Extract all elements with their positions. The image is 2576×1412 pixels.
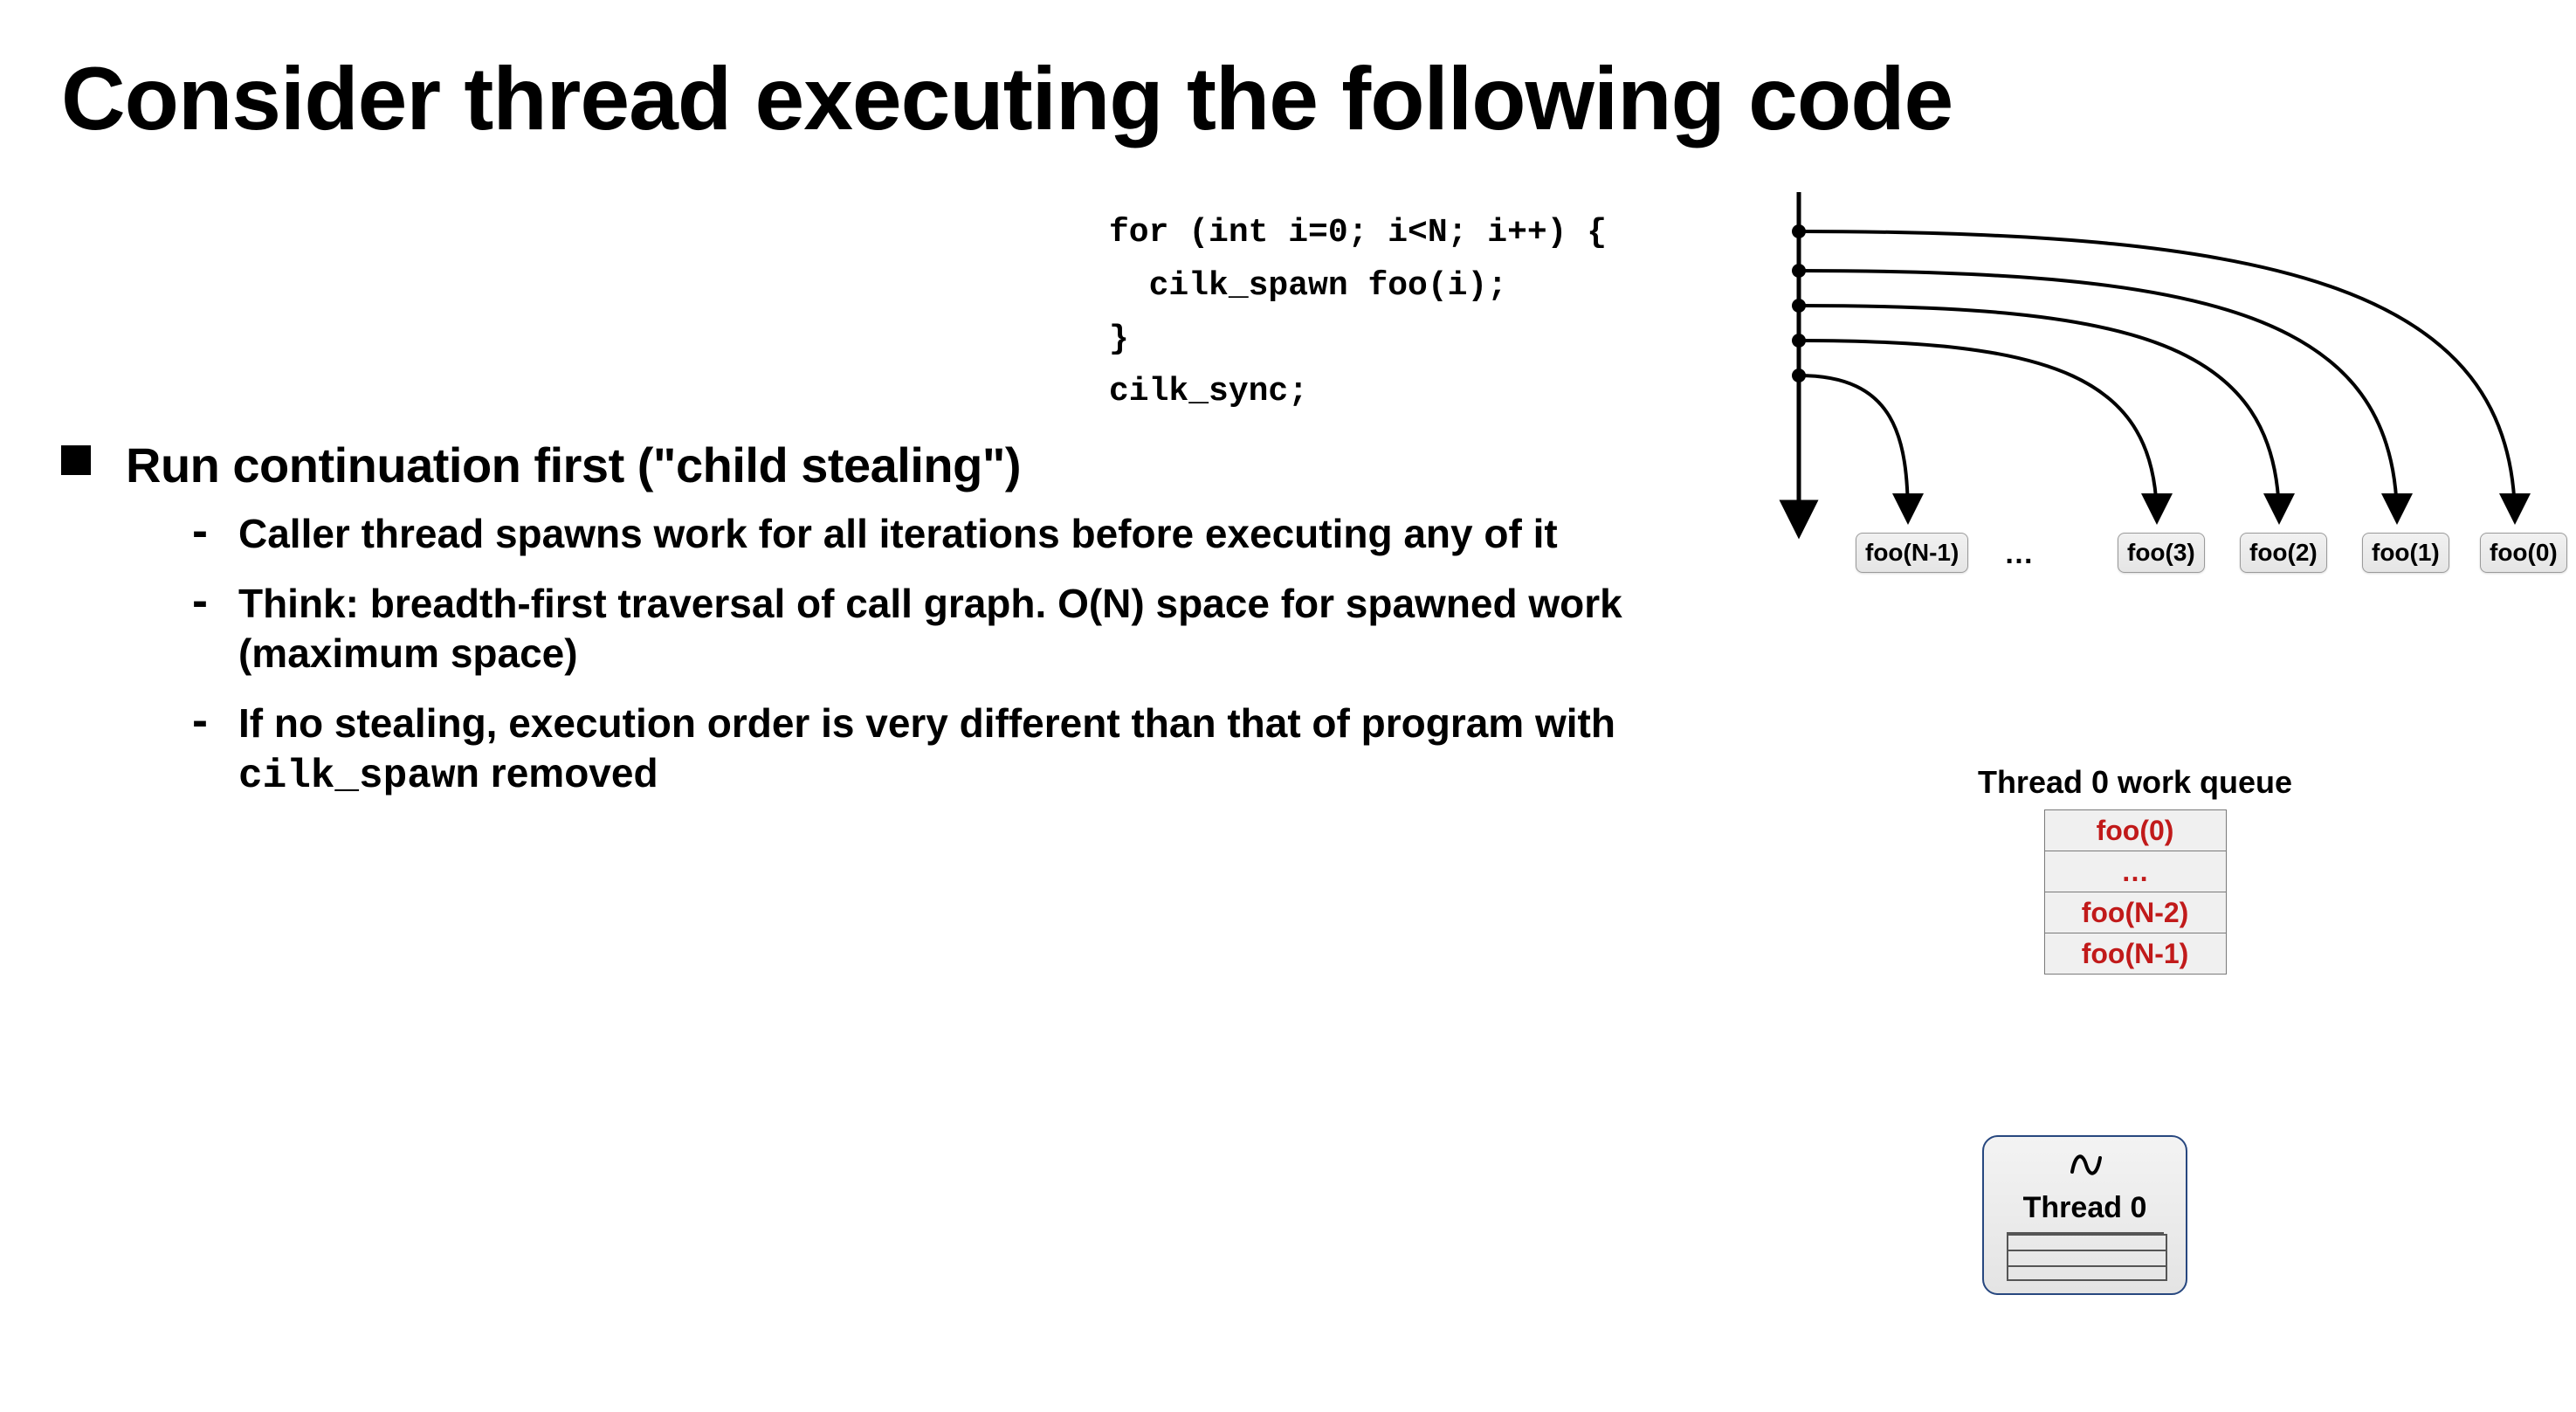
sub-bullet-frag: removed xyxy=(479,750,658,796)
dash-bullet-icon: - xyxy=(192,507,208,554)
sub-bullet: - If no stealing, execution order is ver… xyxy=(192,699,1677,802)
spawn-diagram: foo(N-1) … foo(3) foo(2) foo(1) foo(0) xyxy=(1755,183,2567,672)
diagram-node: foo(3) xyxy=(2118,533,2205,573)
dash-bullet-icon: - xyxy=(192,577,208,624)
sub-bullet-text: If no stealing, execution order is very … xyxy=(238,699,1677,802)
sub-bullet: - Think: breadth-first traversal of call… xyxy=(192,579,1677,679)
bullet-heading: Run continuation first ("child stealing"… xyxy=(126,437,1021,493)
work-queue: Thread 0 work queue foo(0) … foo(N-2) fo… xyxy=(1947,764,2323,975)
thread-box: Thread 0 xyxy=(1982,1135,2187,1295)
sub-bullet-text: Caller thread spawns work for all iterat… xyxy=(238,509,1558,560)
work-queue-cell: … xyxy=(2044,851,2226,892)
sub-bullet: - Caller thread spawns work for all iter… xyxy=(192,509,1677,560)
code-inline: cilk_spawn xyxy=(238,754,479,799)
code-line: cilk_sync; xyxy=(1109,373,1308,410)
work-queue-table: foo(0) … foo(N-2) foo(N-1) xyxy=(2044,809,2227,975)
sub-bullet-list: - Caller thread spawns work for all iter… xyxy=(192,509,1677,802)
slide: Consider thread executing the following … xyxy=(0,0,2576,1412)
code-line: for (int i=0; i<N; i++) { xyxy=(1109,214,1607,251)
work-queue-cell: foo(0) xyxy=(2044,810,2226,851)
code-line: cilk_spawn foo(i); xyxy=(1109,267,1507,305)
thread-squiggle-icon xyxy=(1996,1146,2173,1188)
work-queue-cell: foo(N-1) xyxy=(2044,933,2226,975)
work-queue-title: Thread 0 work queue xyxy=(1947,764,2323,801)
thread-label: Thread 0 xyxy=(1996,1191,2173,1225)
sub-bullet-frag: If no stealing, execution order is very … xyxy=(238,700,1615,746)
thread-stack-icon xyxy=(2007,1234,2167,1281)
slide-title: Consider thread executing the following … xyxy=(61,52,2515,146)
dash-bullet-icon: - xyxy=(192,697,208,744)
diagram-ellipsis: … xyxy=(2004,537,2034,571)
sub-bullet-text: Think: breadth-first traversal of call g… xyxy=(238,579,1677,679)
work-queue-cell: foo(N-2) xyxy=(2044,892,2226,933)
diagram-node: foo(N-1) xyxy=(1856,533,1968,573)
squiggle-svg xyxy=(2063,1146,2107,1181)
diagram-node: foo(1) xyxy=(2362,533,2449,573)
diagram-node: foo(2) xyxy=(2240,533,2327,573)
square-bullet-icon xyxy=(61,445,91,475)
diagram-node: foo(0) xyxy=(2480,533,2567,573)
code-line: } xyxy=(1109,320,1129,358)
